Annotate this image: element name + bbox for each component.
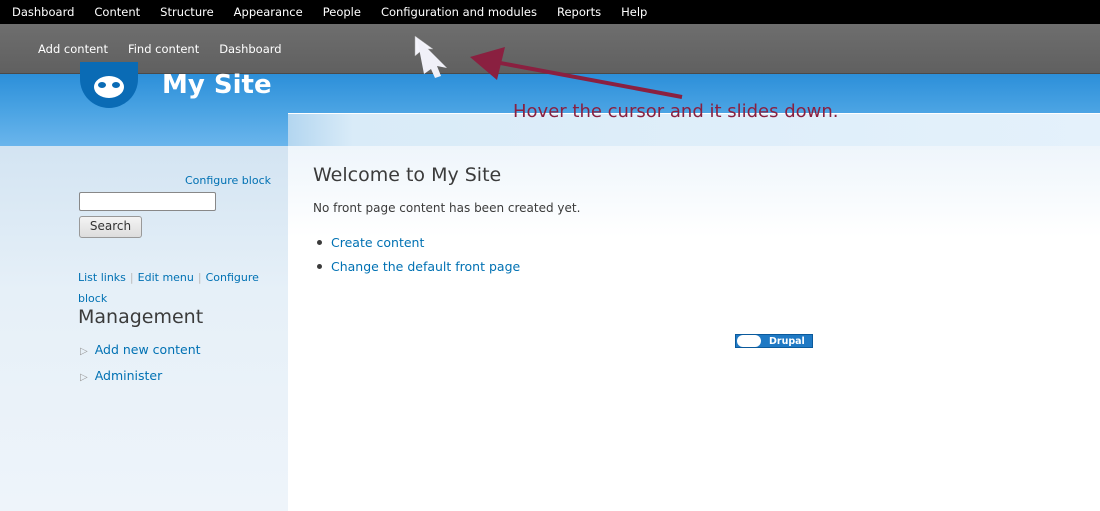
shortcut-dashboard[interactable]: Dashboard xyxy=(209,42,291,56)
menu-item-label[interactable]: Add new content xyxy=(95,342,201,357)
site-logo[interactable] xyxy=(80,62,138,108)
management-block-links: List links | Edit menu | Configure block xyxy=(78,267,278,309)
logo-eye-right xyxy=(112,82,120,88)
create-content-link[interactable]: Create content xyxy=(331,235,424,250)
badge-text: Drupal xyxy=(769,335,805,347)
shortcut-find-content[interactable]: Find content xyxy=(118,42,209,56)
admin-menu-help[interactable]: Help xyxy=(611,5,657,19)
change-front-page-link[interactable]: Change the default front page xyxy=(331,259,520,274)
admin-menu-configuration[interactable]: Configuration and modules xyxy=(371,5,547,19)
admin-menu-appearance[interactable]: Appearance xyxy=(224,5,313,19)
triangle-right-icon: ▷ xyxy=(80,346,88,357)
menu-item-administer[interactable]: ▷ Administer xyxy=(80,368,162,383)
shortcut-bar: Add content Find content Dashboard xyxy=(0,24,1100,74)
menu-item-add-new-content[interactable]: ▷ Add new content xyxy=(80,342,201,357)
divider: | xyxy=(129,271,134,284)
powered-by-drupal-badge[interactable]: Drupal xyxy=(735,334,813,348)
admin-menu-people[interactable]: People xyxy=(313,5,371,19)
page-title: Welcome to My Site xyxy=(313,164,502,186)
empty-message: No front page content has been created y… xyxy=(313,201,581,215)
admin-menu-content[interactable]: Content xyxy=(84,5,150,19)
edit-menu-link[interactable]: Edit menu xyxy=(138,271,194,284)
admin-toolbar: Dashboard Content Structure Appearance P… xyxy=(0,0,1100,24)
site-name[interactable]: My Site xyxy=(162,70,272,100)
search-button[interactable]: Search xyxy=(79,216,142,238)
divider: | xyxy=(197,271,202,284)
admin-menu-reports[interactable]: Reports xyxy=(547,5,611,19)
admin-menu-structure[interactable]: Structure xyxy=(150,5,224,19)
management-title: Management xyxy=(78,306,204,328)
admin-menu-dashboard[interactable]: Dashboard xyxy=(0,5,84,19)
bullet-icon xyxy=(317,240,322,245)
configure-block-link[interactable]: Configure block xyxy=(185,174,271,187)
search-input[interactable] xyxy=(79,192,216,211)
triangle-right-icon: ▷ xyxy=(80,372,88,383)
drupal-logo-icon xyxy=(737,335,761,347)
menu-item-label[interactable]: Administer xyxy=(95,368,163,383)
annotation-text: Hover the cursor and it slides down. xyxy=(513,101,839,122)
bullet-icon xyxy=(317,264,322,269)
list-links-link[interactable]: List links xyxy=(78,271,126,284)
logo-eye-left xyxy=(98,82,106,88)
shortcut-add-content[interactable]: Add content xyxy=(0,42,118,56)
